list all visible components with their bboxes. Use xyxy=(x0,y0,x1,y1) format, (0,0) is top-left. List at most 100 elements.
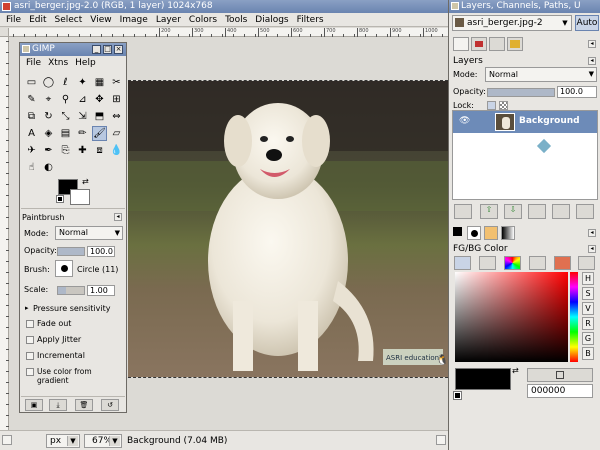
tab-paths[interactable] xyxy=(489,37,505,51)
text-tool-icon[interactable]: A xyxy=(24,126,39,141)
palette-selector-tab[interactable] xyxy=(578,256,595,270)
zoom-tool-icon[interactable]: ⚲ xyxy=(58,92,73,107)
vertical-ruler[interactable] xyxy=(0,37,9,430)
dodge-burn-tool-icon[interactable]: ◐ xyxy=(41,160,56,175)
menu-view[interactable]: View xyxy=(87,13,116,26)
scale-tool-icon[interactable]: ⤡ xyxy=(58,109,73,124)
menu-select[interactable]: Select xyxy=(52,13,88,26)
panel-menu-icon[interactable]: ◂ xyxy=(114,213,122,221)
tab-undo[interactable] xyxy=(507,37,523,51)
tab-layers[interactable] xyxy=(453,37,469,51)
menu-file[interactable]: File xyxy=(3,13,26,26)
brushes-menu-icon[interactable]: ◂ xyxy=(588,229,596,237)
brush-tab[interactable] xyxy=(467,226,481,240)
maximize-button[interactable]: □ xyxy=(103,45,112,54)
toolbox-menu-help[interactable]: Help xyxy=(75,58,96,68)
lower-layer-button[interactable]: ⇩ xyxy=(504,204,522,219)
pencil-tool-icon[interactable]: ✏ xyxy=(75,126,90,141)
align-tool-icon[interactable]: ⊞ xyxy=(109,92,124,107)
scale-spin[interactable]: 1.00 xyxy=(87,285,115,296)
delete-layer-button[interactable] xyxy=(576,204,594,219)
fade-out-checkbox[interactable] xyxy=(26,320,34,328)
fuzzy-select-tool-icon[interactable]: ✦ xyxy=(75,75,90,90)
menu-layer[interactable]: Layer xyxy=(153,13,186,26)
crop-tool-icon[interactable]: ⧉ xyxy=(24,109,39,124)
layer-row-background[interactable]: 👁 Background xyxy=(453,111,597,133)
ink-tool-icon[interactable]: ✒ xyxy=(41,143,56,158)
gradient-tab[interactable] xyxy=(501,226,515,240)
toolbox-menu-xtns[interactable]: Xtns xyxy=(48,58,68,68)
hex-color-input[interactable]: 000000 xyxy=(527,384,593,398)
menu-colors[interactable]: Colors xyxy=(186,13,222,26)
color-picker-button[interactable] xyxy=(527,368,593,382)
close-button[interactable]: × xyxy=(114,45,123,54)
image-select[interactable]: asri_berger.jpg-2 ▼ xyxy=(452,15,572,31)
tab-menu-icon[interactable]: ◂ xyxy=(588,40,596,48)
window-menu-icon[interactable] xyxy=(2,2,11,11)
image-window-titlebar[interactable]: asri_berger.jpg-2.0 (RGB, 1 layer) 1024x… xyxy=(0,0,448,13)
restore-options-button[interactable]: ⤓ xyxy=(49,399,67,411)
scissors-tool-icon[interactable]: ✂ xyxy=(109,75,124,90)
anchor-layer-button[interactable] xyxy=(552,204,570,219)
swap-colors-icon[interactable]: ⇄ xyxy=(82,177,89,186)
minimize-button[interactable]: _ xyxy=(92,45,101,54)
tab-channels[interactable] xyxy=(471,37,487,51)
scales-selector-tab[interactable] xyxy=(554,256,571,270)
green-channel-button[interactable]: G xyxy=(582,332,594,345)
watercolor-selector-tab[interactable] xyxy=(529,256,546,270)
pointer-icon[interactable] xyxy=(2,435,12,445)
eraser-tool-icon[interactable]: ▱ xyxy=(109,126,124,141)
perspective-clone-tool-icon[interactable]: ⧈ xyxy=(92,143,107,158)
zoom-select[interactable]: 67% ▼ xyxy=(84,434,122,448)
toolbox-titlebar[interactable]: GIMP _ □ × xyxy=(20,43,126,56)
free-select-tool-icon[interactable]: ℓ xyxy=(58,75,73,90)
dock-titlebar[interactable]: Layers, Channels, Paths, U xyxy=(449,0,600,13)
color-picker-tool-icon[interactable]: ⌖ xyxy=(41,92,56,107)
pattern-tab[interactable] xyxy=(484,226,498,240)
wheel-selector-tab[interactable] xyxy=(504,256,521,270)
layer-opacity-spin[interactable]: 100.0 xyxy=(557,86,597,98)
heal-tool-icon[interactable]: ✚ xyxy=(75,143,90,158)
swap-colors-icon[interactable]: ⇄ xyxy=(512,366,519,375)
move-tool-icon[interactable]: ✥ xyxy=(92,92,107,107)
delete-options-button[interactable]: 🗑 xyxy=(75,399,93,411)
value-channel-button[interactable]: V xyxy=(582,302,594,315)
blue-channel-button[interactable]: B xyxy=(582,347,594,360)
shear-tool-icon[interactable]: ⇲ xyxy=(75,109,90,124)
menu-tools[interactable]: Tools xyxy=(222,13,252,26)
default-colors-icon[interactable] xyxy=(453,391,462,400)
fg-small-swatch[interactable] xyxy=(453,227,462,236)
flip-tool-icon[interactable]: ⇔ xyxy=(109,109,124,124)
paint-mode-select[interactable]: Normal ▼ xyxy=(55,226,123,240)
toolbox-menu-file[interactable]: File xyxy=(26,58,41,68)
blend-tool-icon[interactable]: ▤ xyxy=(58,126,73,141)
eye-icon[interactable]: 👁 xyxy=(459,116,470,126)
perspective-tool-icon[interactable]: ⬒ xyxy=(92,109,107,124)
paintbrush-tool-icon[interactable]: 🖌 xyxy=(92,126,107,141)
menu-dialogs[interactable]: Dialogs xyxy=(252,13,293,26)
incremental-checkbox[interactable] xyxy=(26,352,34,360)
ellipse-select-tool-icon[interactable]: ◯ xyxy=(41,75,56,90)
duplicate-layer-button[interactable] xyxy=(528,204,546,219)
pressure-sensitivity-expander[interactable]: Pressure sensitivity xyxy=(33,304,110,313)
expander-arrow-icon[interactable]: ▸ xyxy=(25,304,29,312)
dog-photo[interactable]: ASRI education 🐧 xyxy=(128,80,448,378)
clone-tool-icon[interactable]: ⎘ xyxy=(58,143,73,158)
color-from-gradient-checkbox[interactable] xyxy=(26,368,34,376)
rect-select-tool-icon[interactable]: ▭ xyxy=(24,75,39,90)
navigate-icon[interactable] xyxy=(436,435,446,445)
hue-channel-button[interactable]: H xyxy=(582,272,594,285)
save-options-button[interactable]: ▣ xyxy=(25,399,43,411)
unit-select[interactable]: px ▼ xyxy=(46,434,80,448)
blur-tool-icon[interactable]: 💧 xyxy=(109,143,124,158)
reset-options-button[interactable]: ↺ xyxy=(101,399,119,411)
lock-pixels-checkbox[interactable] xyxy=(487,101,496,110)
scale-slider[interactable] xyxy=(57,286,85,295)
opacity-slider[interactable] xyxy=(57,247,85,256)
paths-tool-icon[interactable]: ✎ xyxy=(24,92,39,107)
color-menu-icon[interactable]: ◂ xyxy=(588,245,596,253)
layers-menu-icon[interactable]: ◂ xyxy=(588,57,596,65)
measure-tool-icon[interactable]: ⊿ xyxy=(75,92,90,107)
gimp-selector-tab[interactable] xyxy=(454,256,471,270)
default-colors-icon[interactable] xyxy=(56,195,64,203)
